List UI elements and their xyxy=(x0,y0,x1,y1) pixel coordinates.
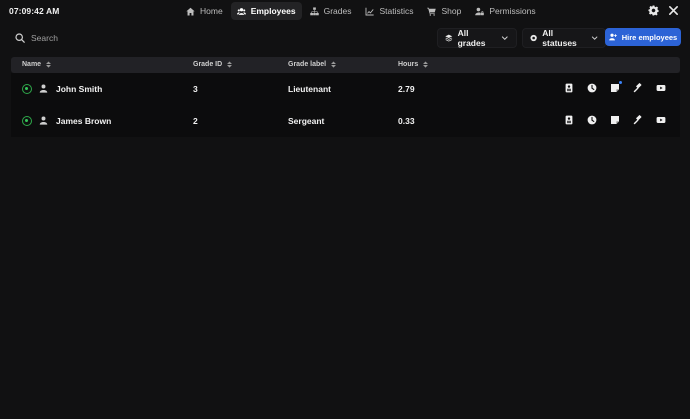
user-plus-icon xyxy=(608,33,617,41)
nav-statistics[interactable]: Statistics xyxy=(359,2,419,20)
note-icon[interactable] xyxy=(610,81,622,93)
gavel-icon[interactable] xyxy=(633,83,643,93)
nav-permissions-label: Permissions xyxy=(489,6,536,16)
users-icon xyxy=(236,7,246,15)
main-nav: Home Employees Grades Statistics Shop Pe… xyxy=(180,2,542,20)
nav-shop[interactable]: Shop xyxy=(421,2,467,20)
table-header: Name Grade ID Grade label Hours xyxy=(11,57,680,73)
nav-statistics-label: Statistics xyxy=(379,6,414,16)
video-icon[interactable] xyxy=(656,83,666,93)
column-name-label: Name xyxy=(22,61,42,68)
column-hours-label: Hours xyxy=(398,61,419,68)
chart-line-icon xyxy=(365,7,375,15)
search-box xyxy=(9,28,429,48)
sort-icon xyxy=(423,61,429,68)
grade-id: 2 xyxy=(193,116,198,126)
employees-table: Name Grade ID Grade label Hours John Smi… xyxy=(11,57,680,137)
layers-icon xyxy=(445,34,453,42)
chevron-down-icon xyxy=(502,36,509,40)
home-icon xyxy=(186,7,195,15)
nav-employees-label: Employees xyxy=(250,6,296,16)
video-icon[interactable] xyxy=(656,115,666,125)
hours-value: 0.33 xyxy=(398,116,415,126)
person-icon xyxy=(39,84,48,93)
row-actions xyxy=(564,115,666,125)
status-circle-icon xyxy=(530,34,537,42)
user-lock-icon xyxy=(475,7,485,15)
online-status-indicator xyxy=(22,84,32,94)
status-filter-label: All statuses xyxy=(542,28,577,48)
column-header-grade-id[interactable]: Grade ID xyxy=(193,61,233,68)
column-header-grade-label[interactable]: Grade label xyxy=(288,61,337,68)
hours-value: 2.79 xyxy=(398,84,415,94)
sort-icon xyxy=(331,61,337,68)
nav-home-label: Home xyxy=(200,6,223,16)
person-icon xyxy=(39,116,48,125)
nav-grades-label: Grades xyxy=(323,6,352,16)
clock-icon[interactable] xyxy=(587,115,597,125)
employee-name: John Smith xyxy=(56,84,103,94)
grades-filter-label: All grades xyxy=(457,28,486,48)
nav-employees[interactable]: Employees xyxy=(230,2,302,20)
nav-shop-label: Shop xyxy=(441,6,462,16)
hire-employees-label: Hire employees xyxy=(621,32,678,42)
employee-name: James Brown xyxy=(56,116,112,126)
hierarchy-icon xyxy=(309,6,319,15)
nav-permissions[interactable]: Permissions xyxy=(469,2,541,20)
grade-label: Lieutenant xyxy=(288,84,331,94)
hire-employees-button[interactable]: Hire employees xyxy=(605,28,681,46)
cart-icon xyxy=(427,7,437,16)
online-status-indicator xyxy=(22,116,32,126)
status-filter-select[interactable]: All statuses xyxy=(522,28,606,48)
nav-grades[interactable]: Grades xyxy=(304,2,358,20)
sort-icon xyxy=(46,61,52,68)
column-header-hours[interactable]: Hours xyxy=(398,61,429,68)
gear-icon[interactable] xyxy=(648,5,659,16)
close-icon[interactable] xyxy=(668,5,679,16)
chevron-down-icon xyxy=(591,36,598,40)
id-card-icon[interactable] xyxy=(564,83,574,93)
sort-icon xyxy=(227,61,233,68)
note-icon[interactable] xyxy=(610,115,620,125)
toolbar: All grades All statuses Hire employees xyxy=(9,28,681,48)
column-grade-id-label: Grade ID xyxy=(193,61,223,68)
search-icon xyxy=(15,33,25,43)
id-card-icon[interactable] xyxy=(564,115,574,125)
table-row[interactable]: John Smith 3 Lieutenant 2.79 xyxy=(11,73,680,105)
search-input[interactable] xyxy=(31,33,411,43)
clock: 07:09:42 AM xyxy=(9,6,60,16)
grades-filter-select[interactable]: All grades xyxy=(437,28,517,48)
grade-label: Sergeant xyxy=(288,116,325,126)
top-bar: 07:09:42 AM Home Employees Grades Statis… xyxy=(0,0,690,22)
clock-icon[interactable] xyxy=(587,83,597,93)
column-header-name[interactable]: Name xyxy=(22,61,52,68)
gavel-icon[interactable] xyxy=(633,115,643,125)
notification-dot xyxy=(619,81,622,84)
row-actions xyxy=(564,81,666,93)
table-row[interactable]: James Brown 2 Sergeant 0.33 xyxy=(11,105,680,137)
grade-id: 3 xyxy=(193,84,198,94)
column-grade-label-label: Grade label xyxy=(288,61,327,68)
nav-home[interactable]: Home xyxy=(180,2,229,20)
